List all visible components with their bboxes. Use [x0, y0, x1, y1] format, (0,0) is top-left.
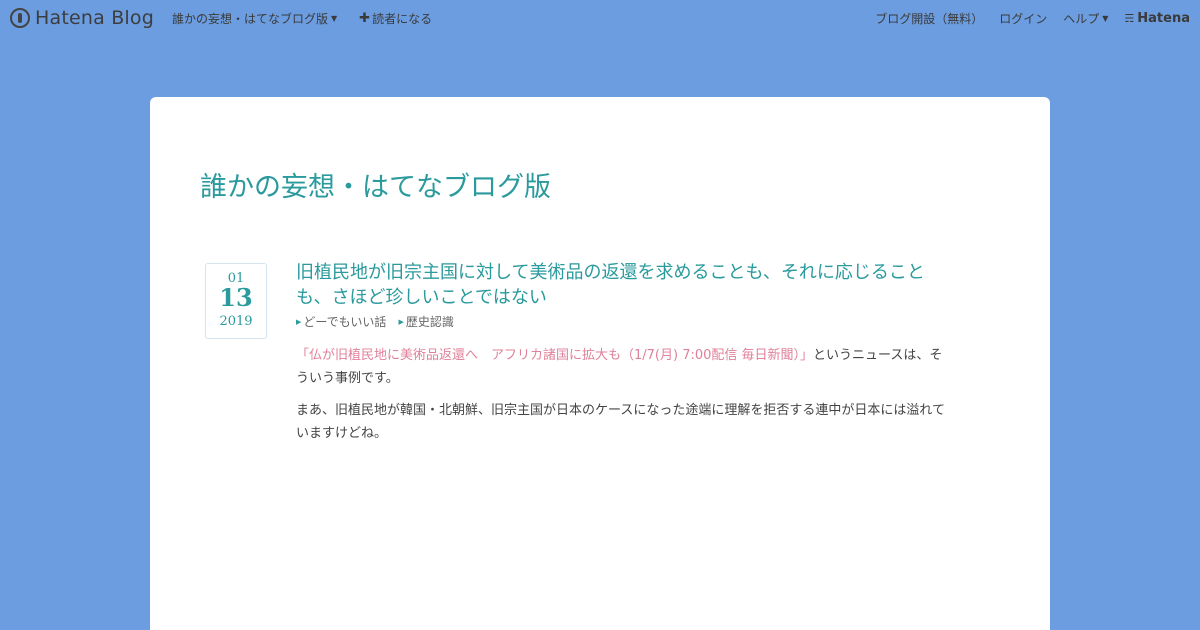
- entry-date-day: 13: [219, 283, 253, 312]
- hatena-logo-icon: [10, 8, 30, 28]
- entry-date-year: 2019: [219, 314, 253, 329]
- hatena-brand-link[interactable]: ☴ Hatena: [1124, 11, 1190, 26]
- hatena-blog-logo[interactable]: Hatena Blog: [10, 7, 154, 29]
- subscribe-label: 読者になる: [372, 11, 433, 26]
- blog-menu-button[interactable]: 誰かの妄想・はてなブログ版 ▼: [172, 10, 337, 27]
- blog-title[interactable]: 誰かの妄想・はてなブログ版: [200, 165, 551, 204]
- category-arrow-icon: ▶: [398, 317, 404, 326]
- subscribe-button[interactable]: ✚ 読者になる: [359, 10, 432, 27]
- login-label: ログイン: [999, 11, 1048, 26]
- global-header: Hatena Blog 誰かの妄想・はてなブログ版 ▼ ✚ 読者になる ブログ開…: [0, 0, 1200, 36]
- blog-menu-label: 誰かの妄想・はてなブログ版: [172, 11, 329, 26]
- entry-title[interactable]: 旧植民地が旧宗主国に対して美術品の返還を求めることも、それに応じることも、さほど…: [296, 260, 948, 310]
- news-link[interactable]: 「仏が旧植民地に美術品返還へ アフリカ諸国に拡大も（1/7(月) 7:00配信 …: [296, 348, 813, 363]
- entry-paragraph: まあ、旧植民地が韓国・北朝鮮、旧宗主国が日本のケースになった途端に理解を拒否する…: [296, 403, 945, 441]
- category-link[interactable]: ▶ 歴史認識: [398, 313, 453, 330]
- hatena-brand-icon: ☴: [1124, 11, 1135, 25]
- category-label: 歴史認識: [405, 315, 454, 329]
- header-left: Hatena Blog 誰かの妄想・はてなブログ版 ▼ ✚ 読者になる: [10, 7, 454, 29]
- category-link[interactable]: ▶ どーでもいい話: [296, 313, 386, 330]
- create-blog-link[interactable]: ブログ開設（無料）: [875, 10, 983, 27]
- header-right: ブログ開設（無料） ログイン ヘルプ ▼ ☴ Hatena: [875, 10, 1190, 27]
- category-label: どーでもいい話: [303, 315, 387, 329]
- category-arrow-icon: ▶: [296, 317, 302, 326]
- create-blog-label: ブログ開設（無料）: [875, 11, 984, 26]
- logo-text: Hatena Blog: [35, 7, 154, 29]
- login-link[interactable]: ログイン: [999, 10, 1047, 27]
- hatena-brand-label: Hatena: [1137, 10, 1190, 26]
- entry-date[interactable]: 01 13 2019: [205, 263, 267, 339]
- help-menu-button[interactable]: ヘルプ ▼: [1063, 10, 1108, 27]
- caret-down-icon: ▼: [331, 13, 338, 23]
- content-card: 誰かの妄想・はてなブログ版 01 13 2019 旧植民地が旧宗主国に対して美術…: [150, 97, 1050, 630]
- caret-down-icon: ▼: [1102, 13, 1109, 23]
- entry: 旧植民地が旧宗主国に対して美術品の返還を求めることも、それに応じることも、さほど…: [296, 260, 948, 454]
- entry-paragraph: 「仏が旧植民地に美術品返還へ アフリカ諸国に拡大も（1/7(月) 7:00配信 …: [296, 344, 948, 390]
- entry-body: 「仏が旧植民地に美術品返還へ アフリカ諸国に拡大も（1/7(月) 7:00配信 …: [296, 344, 948, 445]
- help-label: ヘルプ: [1063, 11, 1100, 26]
- plus-icon: ✚: [359, 10, 371, 26]
- entry-categories: ▶ どーでもいい話 ▶ 歴史認識: [296, 313, 948, 330]
